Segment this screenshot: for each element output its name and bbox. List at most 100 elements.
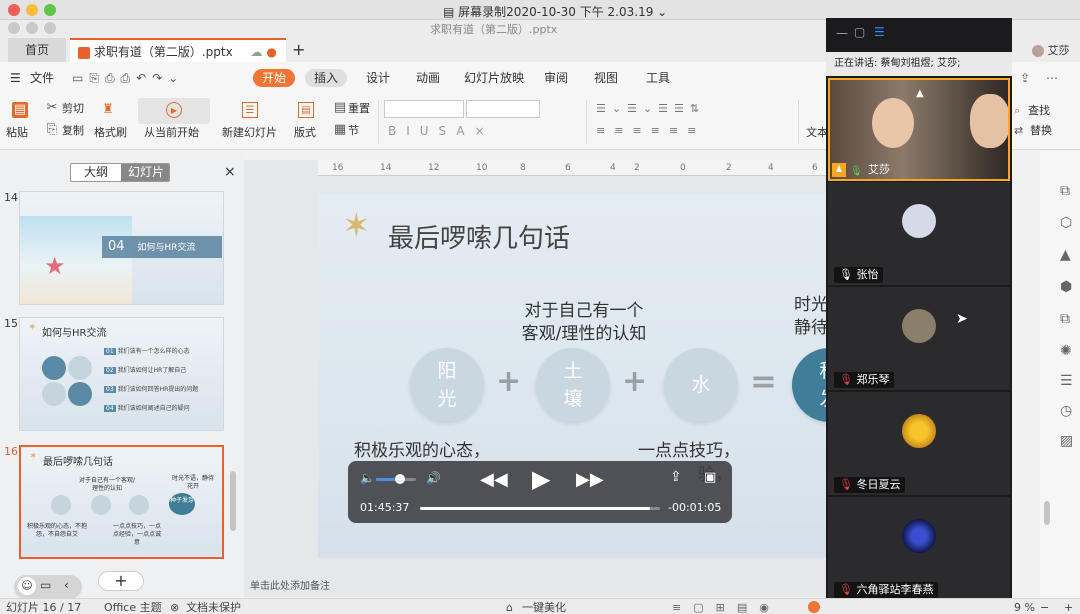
tab-slides[interactable]: 幻灯片 bbox=[121, 164, 169, 181]
slide-tool-icon[interactable]: ⧉ bbox=[1060, 183, 1070, 199]
close-window-button[interactable] bbox=[8, 4, 20, 16]
minimize-window-button[interactable] bbox=[26, 4, 38, 16]
window-title: ▤ 屏幕录制2020-10-30 下午 2.03.19 ⌄ bbox=[443, 5, 668, 19]
quick-access-icons[interactable]: ▭⎘⎙⎙↶↷⌄ bbox=[72, 69, 184, 87]
participant-tile[interactable]: 🎙 冬日夏云 bbox=[828, 392, 1010, 495]
view-mode-buttons[interactable]: ≡▢⊞▤◉ bbox=[672, 601, 781, 614]
menu-start[interactable]: 开始 bbox=[253, 69, 296, 87]
window-title-bar: ▤ 屏幕录制2020-10-30 下午 2.03.19 ⌄ bbox=[0, 0, 1080, 20]
new-slide-button[interactable]: 新建幻灯片 bbox=[222, 126, 277, 140]
play-slideshow-button[interactable] bbox=[808, 601, 820, 613]
zoom-in-button[interactable]: + bbox=[1064, 601, 1073, 614]
slide-thumbnail-14[interactable]: ★ 04 如何与HR交流 bbox=[19, 191, 224, 305]
close-panel-button[interactable]: × bbox=[224, 164, 236, 180]
slide-thumbnail-15[interactable]: ✶ 如何与HR交流 01 我们该有一个怎么样的心态 02 我们该如何让HR了解自… bbox=[19, 317, 224, 431]
participant-tile-video[interactable]: ▲ ♟ 🎙 艾莎 bbox=[828, 78, 1010, 181]
notes-hint[interactable]: 单击此处添加备注 bbox=[250, 577, 330, 592]
picture-in-picture-icon[interactable]: ▣ bbox=[704, 470, 716, 485]
more-icon[interactable]: ⋯ bbox=[1046, 69, 1058, 87]
menu-view[interactable]: 视图 bbox=[594, 69, 618, 87]
slide-thumbnail-16[interactable]: ✶ 最后啰嗦几句话 对于自己有一个客观/理性的认知 时光不语，静待花开 种子发芽… bbox=[19, 445, 224, 559]
thumb-circle bbox=[129, 495, 149, 515]
tab-document[interactable]: 求职有道（第二版）.pptx ☁ ● bbox=[70, 38, 286, 62]
circle-water: 水 bbox=[664, 348, 738, 422]
copy-button[interactable]: 复制 bbox=[62, 124, 84, 138]
restore-icon[interactable]: ▢ bbox=[854, 25, 865, 39]
panel-scrollbar[interactable] bbox=[230, 471, 236, 531]
zoom-window-button[interactable] bbox=[44, 4, 56, 16]
align-buttons[interactable]: ≡≡≡≡≡≡ bbox=[596, 124, 705, 138]
style-tool-icon[interactable]: ▲ bbox=[1060, 247, 1071, 263]
tab-outline[interactable]: 大纲 bbox=[71, 164, 121, 181]
slide-title: 最后啰嗦几句话 bbox=[388, 224, 571, 254]
participant-face bbox=[970, 94, 1008, 148]
share-icon[interactable]: ⇪ bbox=[1020, 69, 1030, 87]
fast-forward-button[interactable]: ▶▶ bbox=[576, 469, 604, 490]
participant-tile[interactable]: ➤ 🎙 郑乐琴 bbox=[828, 287, 1010, 390]
collapse-icon[interactable]: ▲ bbox=[916, 88, 924, 99]
reset-button[interactable]: 重置 bbox=[348, 102, 370, 116]
find-button[interactable]: 查找 bbox=[1028, 104, 1050, 118]
menu-animation[interactable]: 动画 bbox=[416, 69, 440, 87]
menu-slideshow[interactable]: 幻灯片放映 bbox=[464, 69, 524, 87]
window-dot-1 bbox=[8, 22, 20, 34]
from-current-button[interactable]: 从当前开始 bbox=[144, 126, 199, 140]
textbox-button[interactable]: 文本 bbox=[806, 126, 828, 140]
mic-icon: 🎙 bbox=[850, 166, 863, 177]
font-name-select[interactable] bbox=[384, 100, 464, 118]
menu-tools[interactable]: 工具 bbox=[646, 69, 670, 87]
paste-button[interactable]: 粘贴 bbox=[6, 126, 28, 140]
progress-bar[interactable] bbox=[420, 507, 660, 510]
beautify-button[interactable]: 一键美化 bbox=[522, 601, 566, 614]
copy-icon: ⎘ bbox=[46, 122, 58, 137]
new-tab-button[interactable]: + bbox=[292, 38, 306, 62]
text-format-buttons[interactable]: BIUSA× bbox=[388, 124, 495, 138]
section-button[interactable]: 节 bbox=[348, 124, 359, 138]
history-tool-icon[interactable]: ◷ bbox=[1060, 403, 1072, 419]
hamburger-icon[interactable]: ☰ bbox=[10, 69, 21, 87]
share-icon[interactable]: ⇪ bbox=[670, 469, 682, 485]
chat-widget[interactable]: ☺ ▭ ‹ bbox=[14, 575, 82, 599]
layout-button[interactable]: 版式 bbox=[294, 126, 316, 140]
participant-tile[interactable]: 🎙 张怡 bbox=[828, 182, 1010, 285]
canvas-scrollbar[interactable] bbox=[1044, 501, 1050, 525]
participant-tile[interactable]: 🎙 六角驿站李春燕 bbox=[828, 497, 1010, 600]
thumb-circle bbox=[68, 356, 92, 380]
font-size-select[interactable] bbox=[466, 100, 540, 118]
protect-status[interactable]: 文档未保护 bbox=[186, 601, 241, 614]
copy-tool-icon[interactable]: ⧉ bbox=[1060, 311, 1070, 327]
menu-insert[interactable]: 插入 bbox=[305, 69, 348, 87]
paste-icon[interactable]: ▤ bbox=[12, 102, 28, 118]
settings-tool-icon[interactable]: ☰ bbox=[1060, 373, 1073, 389]
add-slide-button[interactable]: + bbox=[98, 571, 144, 591]
progress-fill bbox=[420, 507, 651, 510]
cut-button[interactable]: 剪切 bbox=[62, 102, 84, 116]
participant-avatar bbox=[902, 519, 936, 553]
layout-icon[interactable]: ☰ bbox=[874, 25, 885, 39]
list-format-buttons[interactable]: ☰⌄☰⌄☰☰⇅ bbox=[596, 102, 705, 116]
volume-knob[interactable] bbox=[395, 474, 405, 484]
image-tool-icon[interactable]: ▨ bbox=[1060, 433, 1073, 449]
zoom-out-button[interactable]: − bbox=[1040, 601, 1049, 614]
play-icon[interactable]: ▶ bbox=[166, 102, 182, 118]
replace-button[interactable]: 替换 bbox=[1030, 124, 1052, 138]
participant-name: 🎙 冬日夏云 bbox=[834, 477, 906, 493]
rewind-button[interactable]: ◀◀ bbox=[480, 469, 508, 490]
slide-top-text: 对于自己有一个 客观/理性的认知 bbox=[521, 301, 647, 344]
starfish-icon: ✶ bbox=[342, 206, 371, 246]
elapsed-time: 01:45:37 bbox=[360, 501, 410, 514]
tab-home[interactable]: 首页 bbox=[8, 38, 66, 62]
menu-file[interactable]: 文件 bbox=[30, 69, 54, 87]
shape-tool-icon[interactable]: ⬡ bbox=[1060, 215, 1072, 231]
menu-design[interactable]: 设计 bbox=[366, 69, 390, 87]
document-title-caption: 求职有道（第二版）.pptx bbox=[430, 23, 558, 36]
account-area[interactable]: 艾莎 bbox=[1032, 42, 1070, 58]
animation-tool-icon[interactable]: ⬢ bbox=[1060, 279, 1072, 295]
slide-number: 16 bbox=[4, 445, 18, 458]
format-painter-button[interactable]: 格式刷 bbox=[94, 126, 127, 140]
effects-tool-icon[interactable]: ✺ bbox=[1060, 343, 1072, 359]
minimize-icon[interactable]: — bbox=[836, 26, 848, 40]
play-button[interactable]: ▶ bbox=[532, 465, 550, 493]
replace-icon: ⇄ bbox=[1014, 124, 1024, 137]
menu-review[interactable]: 审阅 bbox=[544, 69, 568, 87]
